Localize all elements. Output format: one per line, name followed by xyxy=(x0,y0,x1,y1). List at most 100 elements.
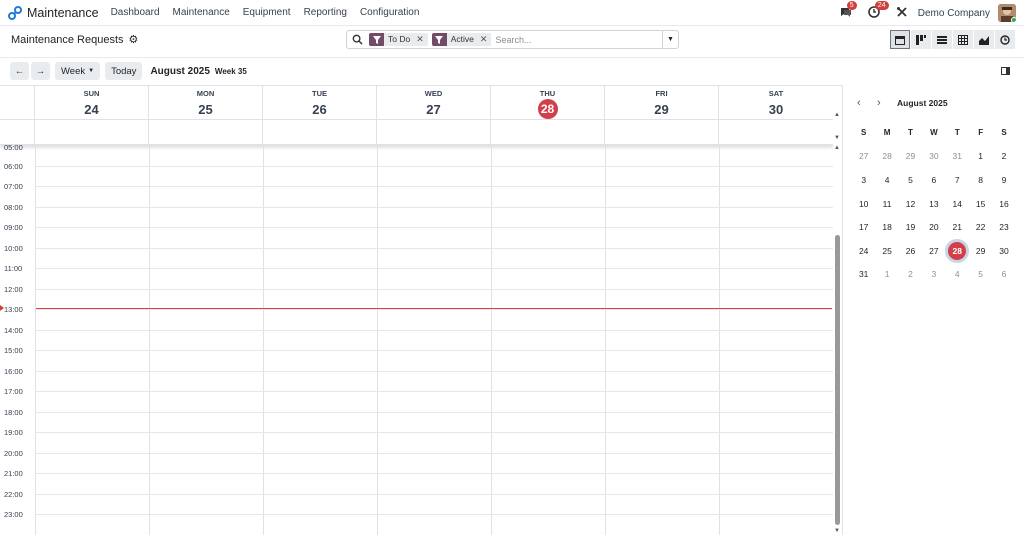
tools-icon[interactable] xyxy=(896,6,910,20)
mini-calendar-day[interactable]: 6 xyxy=(922,175,945,185)
all-day-cell[interactable] xyxy=(605,120,719,144)
list-view-button[interactable] xyxy=(932,30,952,49)
mini-calendar-day[interactable]: 29 xyxy=(969,246,992,256)
day-header[interactable]: TUE 26 xyxy=(263,86,377,119)
day-header[interactable]: WED 27 xyxy=(377,86,491,119)
mini-calendar-day[interactable]: 14 xyxy=(946,199,969,209)
maintenance-app-icon[interactable] xyxy=(8,5,22,20)
scroll-down-arrow-icon[interactable]: ▼ xyxy=(834,135,840,141)
remove-facet-icon[interactable]: ✕ xyxy=(416,33,424,46)
mini-calendar-day[interactable]: 5 xyxy=(899,175,922,185)
mini-calendar-day[interactable]: 8 xyxy=(969,175,992,185)
day-header[interactable]: MON 25 xyxy=(149,86,263,119)
app-name[interactable]: Maintenance xyxy=(27,6,99,20)
user-avatar[interactable] xyxy=(998,4,1016,22)
gear-icon[interactable]: ⚙ xyxy=(129,33,139,46)
next-button[interactable]: → xyxy=(31,62,50,80)
day-header[interactable]: FRI 29 xyxy=(605,86,719,119)
search-options-toggle[interactable]: ▼ xyxy=(662,31,678,48)
mini-calendar-today[interactable]: 28 xyxy=(946,241,969,260)
day-number: 25 xyxy=(198,102,213,117)
scroll-down-arrow-icon[interactable]: ▼ xyxy=(834,528,840,534)
mini-calendar-day[interactable]: 3 xyxy=(852,175,875,185)
menu-reporting[interactable]: Reporting xyxy=(304,7,347,18)
mini-calendar-day[interactable]: 30 xyxy=(992,246,1015,256)
mini-calendar-day[interactable]: 20 xyxy=(922,222,945,232)
all-day-cell[interactable] xyxy=(263,120,377,144)
mini-calendar-day[interactable]: 21 xyxy=(946,222,969,232)
menu-configuration[interactable]: Configuration xyxy=(360,7,419,18)
scrollbar-thumb[interactable] xyxy=(835,235,840,525)
mini-calendar-day[interactable]: 28 xyxy=(875,151,898,161)
mini-calendar-day[interactable]: 12 xyxy=(899,199,922,209)
kanban-view-button[interactable] xyxy=(911,30,931,49)
day-name: TUE xyxy=(312,89,327,98)
mini-calendar-day[interactable]: 2 xyxy=(899,269,922,279)
all-day-cell[interactable] xyxy=(149,120,263,144)
sidebar-toggle-icon[interactable] xyxy=(1001,67,1010,75)
mini-calendar-day[interactable]: 7 xyxy=(946,175,969,185)
mini-calendar-day[interactable]: 4 xyxy=(875,175,898,185)
mini-calendar-day[interactable]: 3 xyxy=(922,269,945,279)
mini-calendar-day[interactable]: 26 xyxy=(899,246,922,256)
all-day-cell[interactable] xyxy=(719,120,833,144)
mini-calendar-day[interactable]: 22 xyxy=(969,222,992,232)
mini-calendar-day[interactable]: 27 xyxy=(922,246,945,256)
mini-calendar-day[interactable]: 11 xyxy=(875,199,898,209)
mini-calendar-day[interactable]: 19 xyxy=(899,222,922,232)
grid-scrollbar[interactable]: ▲ ▼ xyxy=(833,145,842,535)
mini-calendar-day[interactable]: 17 xyxy=(852,222,875,232)
mini-calendar-day[interactable]: 2 xyxy=(992,151,1015,161)
mini-calendar-day[interactable]: 29 xyxy=(899,151,922,161)
day-header[interactable]: SAT 30 xyxy=(719,86,833,119)
all-day-cell[interactable] xyxy=(35,120,149,144)
mini-calendar-day[interactable]: 1 xyxy=(875,269,898,279)
mini-calendar-day[interactable]: 5 xyxy=(969,269,992,279)
all-day-cell[interactable] xyxy=(491,120,605,144)
day-header[interactable]: SUN 24 xyxy=(35,86,149,119)
menu-dashboard[interactable]: Dashboard xyxy=(111,7,160,18)
remove-facet-icon[interactable]: ✕ xyxy=(480,33,488,46)
mini-calendar-day[interactable]: 4 xyxy=(946,269,969,279)
calendar-view-button[interactable] xyxy=(890,30,910,49)
previous-button[interactable]: ← xyxy=(10,62,29,80)
mini-calendar-day[interactable]: 16 xyxy=(992,199,1015,209)
menu-maintenance[interactable]: Maintenance xyxy=(173,7,230,18)
mini-calendar-day[interactable]: 23 xyxy=(992,222,1015,232)
time-grid[interactable]: 05:00 06:00 07:00 08:00 09:00 10:00 11:00 12:00… xyxy=(0,145,833,535)
mini-calendar-day[interactable]: 30 xyxy=(922,151,945,161)
mini-calendar-day[interactable]: 27 xyxy=(852,151,875,161)
mini-calendar-day[interactable]: 1 xyxy=(969,151,992,161)
mini-calendar-day[interactable]: 24 xyxy=(852,246,875,256)
mini-calendar-day[interactable]: 13 xyxy=(922,199,945,209)
mini-calendar-day[interactable]: 25 xyxy=(875,246,898,256)
scroll-up-arrow-icon[interactable]: ▲ xyxy=(834,145,840,151)
scale-dropdown[interactable]: Week ▼ xyxy=(55,62,101,80)
mini-calendar-day[interactable]: 9 xyxy=(992,175,1015,185)
search-input[interactable] xyxy=(495,34,666,45)
pivot-view-button[interactable] xyxy=(953,30,973,49)
chevron-left-icon[interactable]: ‹ xyxy=(857,97,877,109)
hour-line xyxy=(35,452,833,454)
company-switcher[interactable]: Demo Company xyxy=(918,8,990,19)
messages-icon[interactable]: 5 xyxy=(840,1,857,20)
activities-clock-icon[interactable]: 24 xyxy=(867,1,889,20)
graph-view-button[interactable] xyxy=(974,30,994,49)
day-header-today[interactable]: THU 28 xyxy=(491,86,605,119)
search-bar[interactable]: To Do ✕ Active ✕ ▼ xyxy=(346,30,679,49)
activity-view-button[interactable] xyxy=(995,30,1015,49)
all-day-cell[interactable] xyxy=(377,120,491,144)
mini-calendar-day[interactable]: 31 xyxy=(946,151,969,161)
current-time-arrow-icon xyxy=(0,304,4,311)
mini-calendar-day[interactable]: 31 xyxy=(852,269,875,279)
page-title[interactable]: Maintenance Requests xyxy=(11,34,124,46)
header-scrollbar[interactable]: ▲ ▼ xyxy=(833,86,842,145)
chevron-right-icon[interactable]: › xyxy=(877,97,897,109)
mini-calendar-day[interactable]: 18 xyxy=(875,222,898,232)
scroll-up-arrow-icon[interactable]: ▲ xyxy=(834,112,840,118)
menu-equipment[interactable]: Equipment xyxy=(243,7,291,18)
mini-calendar-day[interactable]: 6 xyxy=(992,269,1015,279)
mini-calendar-day[interactable]: 15 xyxy=(969,199,992,209)
today-button[interactable]: Today xyxy=(105,62,143,80)
mini-calendar-day[interactable]: 10 xyxy=(852,199,875,209)
